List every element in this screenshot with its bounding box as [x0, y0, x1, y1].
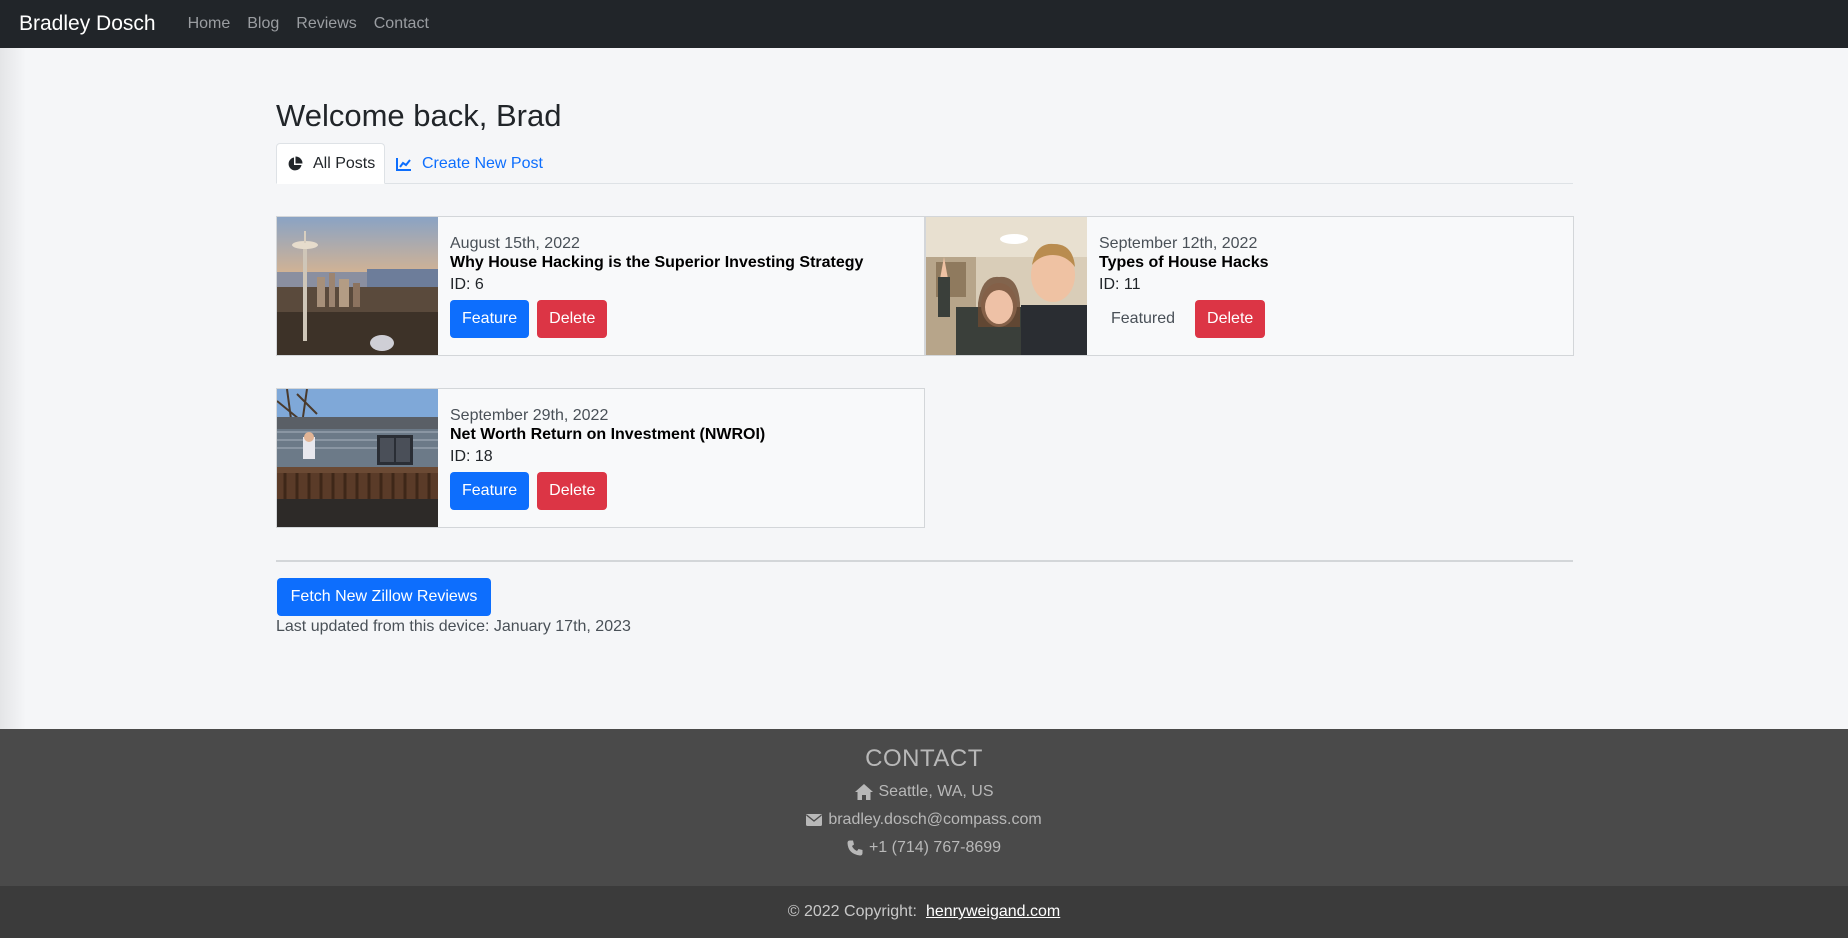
tab-all-posts-label: All Posts — [313, 154, 376, 172]
post-thumbnail-seattle — [277, 217, 438, 355]
post-title[interactable]: Net Worth Return on Investment (NWROI) — [450, 425, 765, 445]
tab-create-new-post[interactable]: Create New Post — [396, 143, 543, 184]
envelope-icon — [806, 814, 823, 826]
contact-email[interactable]: bradley.dosch@compass.com — [828, 811, 1041, 829]
nav-link-blog[interactable]: Blog — [247, 15, 279, 33]
feature-button[interactable]: Feature — [450, 300, 530, 338]
pie-chart-icon — [288, 156, 303, 170]
post-id: ID: 11 — [1099, 276, 1141, 293]
post-card: September 29th, 2022 Net Worth Return on… — [276, 388, 925, 528]
featured-status: Featured — [1099, 300, 1187, 338]
delete-button[interactable]: Delete — [537, 300, 608, 338]
fetch-zillow-reviews-button[interactable]: Fetch New Zillow Reviews — [277, 578, 491, 616]
delete-button[interactable]: Delete — [1195, 300, 1266, 338]
post-id: ID: 6 — [450, 276, 484, 293]
contact-location: Seattle, WA, US — [878, 783, 994, 800]
delete-button[interactable]: Delete — [537, 472, 608, 510]
copyright-bar: © 2022 Copyright: henryweigand.com — [0, 886, 1848, 938]
contact-email-row: bradley.dosch@compass.com — [0, 811, 1848, 829]
post-card: August 15th, 2022 Why House Hacking is t… — [276, 216, 925, 356]
contact-phone-row: +1 (714) 767-8699 — [0, 839, 1848, 857]
post-id: ID: 18 — [450, 448, 493, 465]
post-title[interactable]: Why House Hacking is the Superior Invest… — [450, 253, 863, 273]
last-updated-text: Last updated from this device: January 1… — [276, 618, 631, 635]
tab-create-new-post-label: Create New Post — [422, 154, 543, 172]
feature-button[interactable]: Feature — [450, 472, 530, 510]
contact-heading: CONTACT — [865, 745, 983, 772]
line-chart-icon — [396, 157, 411, 171]
site-link[interactable]: henryweigand.com — [926, 903, 1060, 921]
nav-link-contact[interactable]: Contact — [374, 15, 429, 33]
top-navbar: Bradley Dosch Home Blog Reviews Contact — [0, 0, 1848, 48]
contact-footer: CONTACT Seattle, WA, US bradley.dosch@co… — [0, 729, 1848, 886]
home-icon — [854, 784, 873, 800]
brand-logo[interactable]: Bradley Dosch — [19, 12, 156, 36]
tab-all-posts[interactable]: All Posts — [276, 143, 385, 184]
post-thumbnail-selfie — [926, 217, 1087, 355]
nav-link-reviews[interactable]: Reviews — [296, 15, 356, 33]
page-edge-shadow — [0, 48, 26, 729]
contact-location-row: Seattle, WA, US — [0, 783, 1848, 801]
phone-icon — [847, 840, 863, 856]
post-date: September 12th, 2022 — [1099, 235, 1258, 252]
section-divider — [276, 560, 1573, 562]
copyright-text: © 2022 Copyright: — [787, 903, 917, 920]
nav-link-home[interactable]: Home — [188, 15, 231, 33]
post-thumbnail-house — [277, 389, 438, 527]
post-card: September 12th, 2022 Types of House Hack… — [925, 216, 1574, 356]
page-title: Welcome back, Brad — [276, 98, 562, 133]
post-date: September 29th, 2022 — [450, 407, 609, 424]
contact-phone[interactable]: +1 (714) 767-8699 — [869, 839, 1001, 857]
post-date: August 15th, 2022 — [450, 235, 580, 252]
post-title[interactable]: Types of House Hacks — [1099, 253, 1269, 273]
